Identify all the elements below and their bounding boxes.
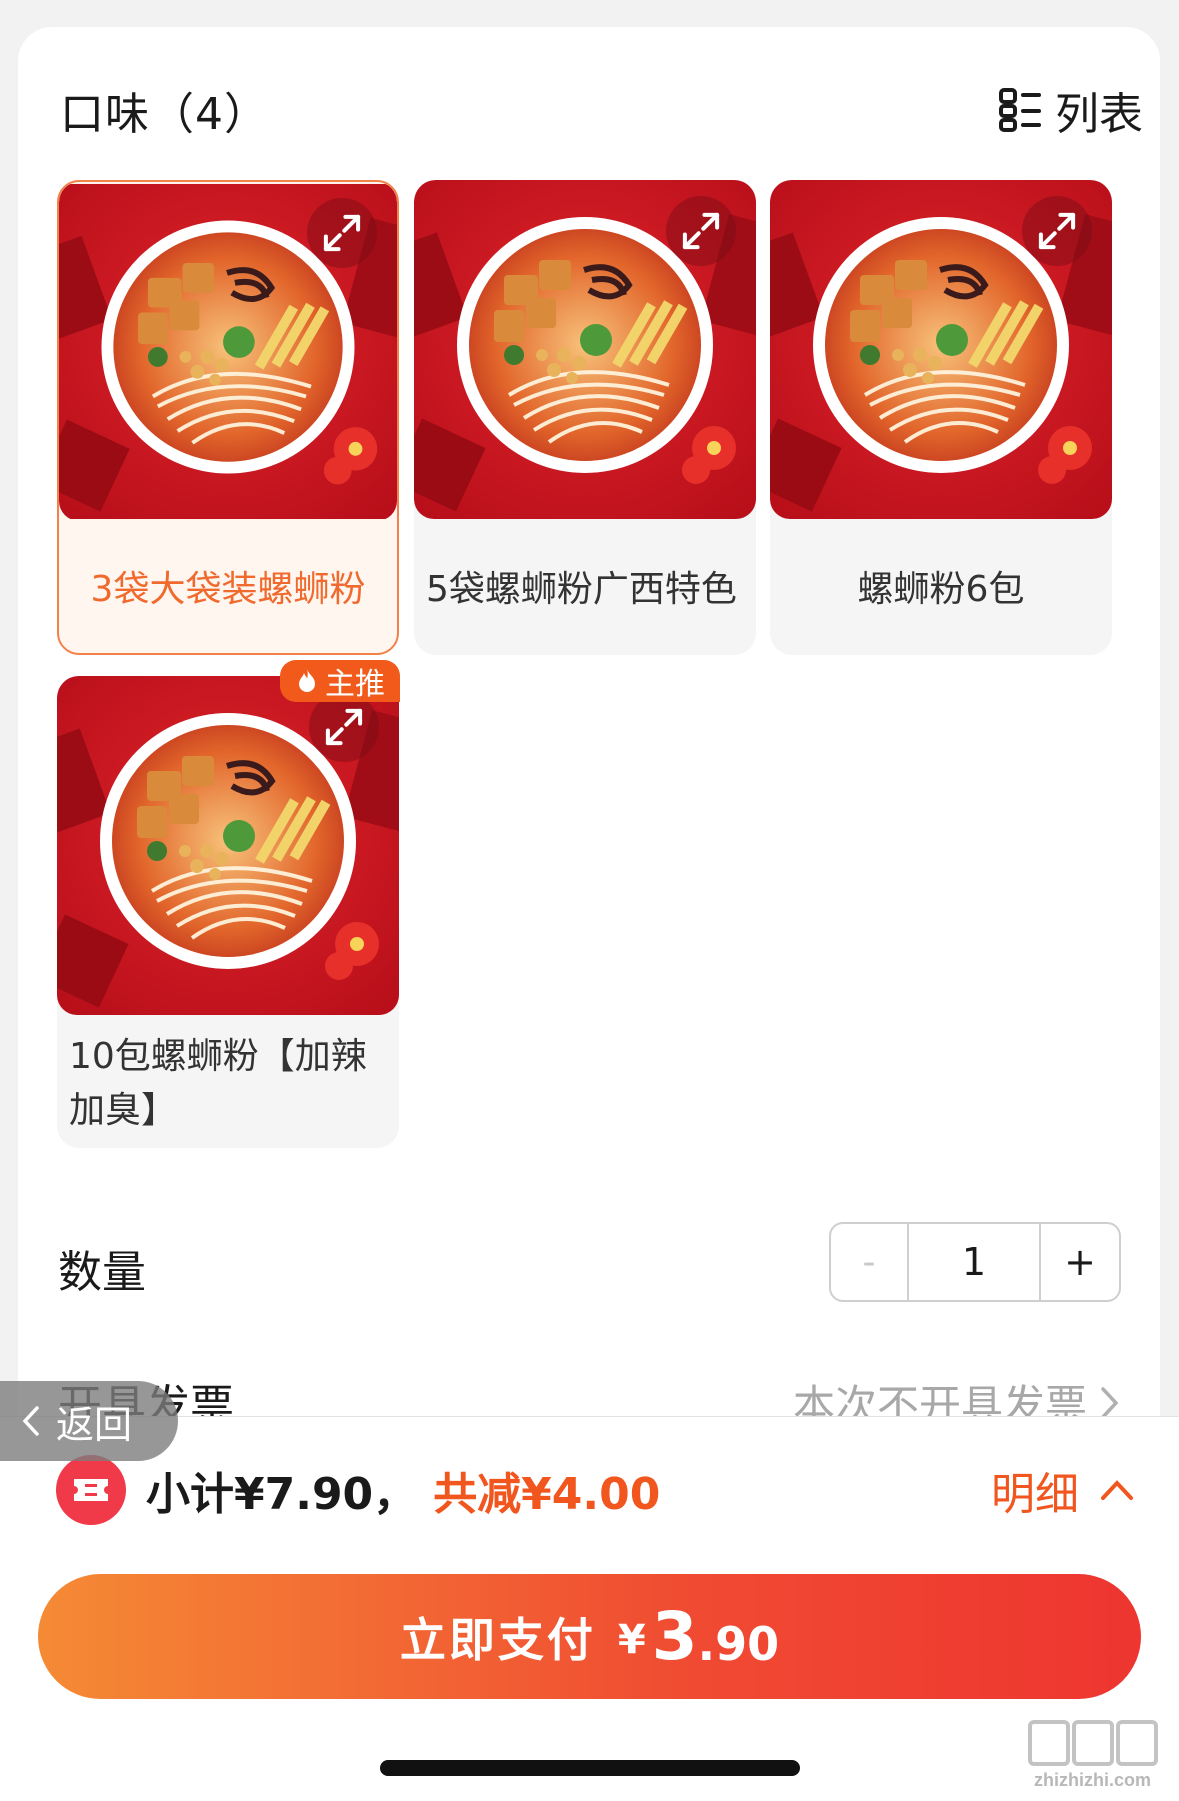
list-view-label: 列表	[1055, 89, 1143, 140]
flavor-option-4[interactable]: 10包螺蛳粉【加辣加臭】	[57, 676, 399, 1148]
flavor-option-label: 10包螺蛳粉【加辣加臭】	[69, 1036, 367, 1131]
expand-image-button[interactable]	[307, 198, 377, 268]
pay-amount-integer: 3	[651, 1598, 698, 1675]
expand-icon	[1034, 208, 1080, 254]
pay-button-label: 立即支付	[399, 1612, 596, 1667]
flavor-option-label: 螺蛳粉6包	[857, 568, 1025, 610]
expand-icon	[319, 210, 365, 256]
back-button-label: 返回	[56, 1402, 133, 1447]
recommended-badge: 主推	[280, 660, 400, 702]
expand-image-button[interactable]	[666, 196, 736, 266]
flavor-title: 口味（4）	[60, 89, 269, 140]
coupon-icon	[56, 1455, 126, 1525]
pay-now-button[interactable]: 立即支付 ¥ 3 .90	[38, 1574, 1141, 1699]
list-view-icon	[999, 88, 1041, 132]
chevron-left-icon	[22, 1406, 39, 1436]
chevron-up-icon	[1101, 1480, 1133, 1500]
decrement-button[interactable]: -	[831, 1224, 909, 1300]
back-button[interactable]: 返回	[0, 1381, 178, 1461]
quantity-value[interactable]: 1	[909, 1224, 1041, 1300]
price-detail-toggle[interactable]: 明细	[991, 1458, 1135, 1522]
pay-amount-decimal: .90	[697, 1616, 780, 1671]
list-view-toggle[interactable]: 列表	[999, 78, 1143, 142]
quantity-stepper: - 1 +	[829, 1222, 1121, 1302]
home-indicator	[380, 1760, 800, 1776]
expand-icon	[321, 704, 367, 750]
flavor-header: 口味（4） 列表	[60, 78, 1143, 140]
expand-icon	[678, 208, 724, 254]
subtotal-text: 小计¥7.90，	[146, 1469, 418, 1520]
flavor-option-label: 5袋螺蛳粉广西特色	[426, 568, 737, 610]
site-watermark: zhizhizhi.com	[1020, 1720, 1165, 1796]
watermark-site: zhizhizhi.com	[1034, 1770, 1151, 1790]
expand-image-button[interactable]	[1022, 196, 1092, 266]
flavor-option-3[interactable]: 螺蛳粉6包	[770, 180, 1112, 655]
flavor-option-label: 3袋大袋装螺蛳粉	[90, 568, 366, 610]
detail-label: 明细	[991, 1469, 1079, 1520]
quantity-label: 数量	[58, 1247, 146, 1298]
recommended-badge-label: 主推	[325, 667, 385, 702]
discount-text: 共减¥4.00	[433, 1469, 661, 1520]
pay-currency: ¥	[617, 1616, 646, 1663]
flame-icon	[299, 669, 315, 692]
watermark-logo	[1020, 1720, 1165, 1766]
price-summary: 小计¥7.90， 共减¥4.00	[146, 1458, 660, 1522]
increment-button[interactable]: +	[1041, 1224, 1119, 1300]
flavor-option-1[interactable]: 3袋大袋装螺蛳粉	[57, 180, 399, 655]
flavor-option-2[interactable]: 5袋螺蛳粉广西特色	[414, 180, 756, 655]
